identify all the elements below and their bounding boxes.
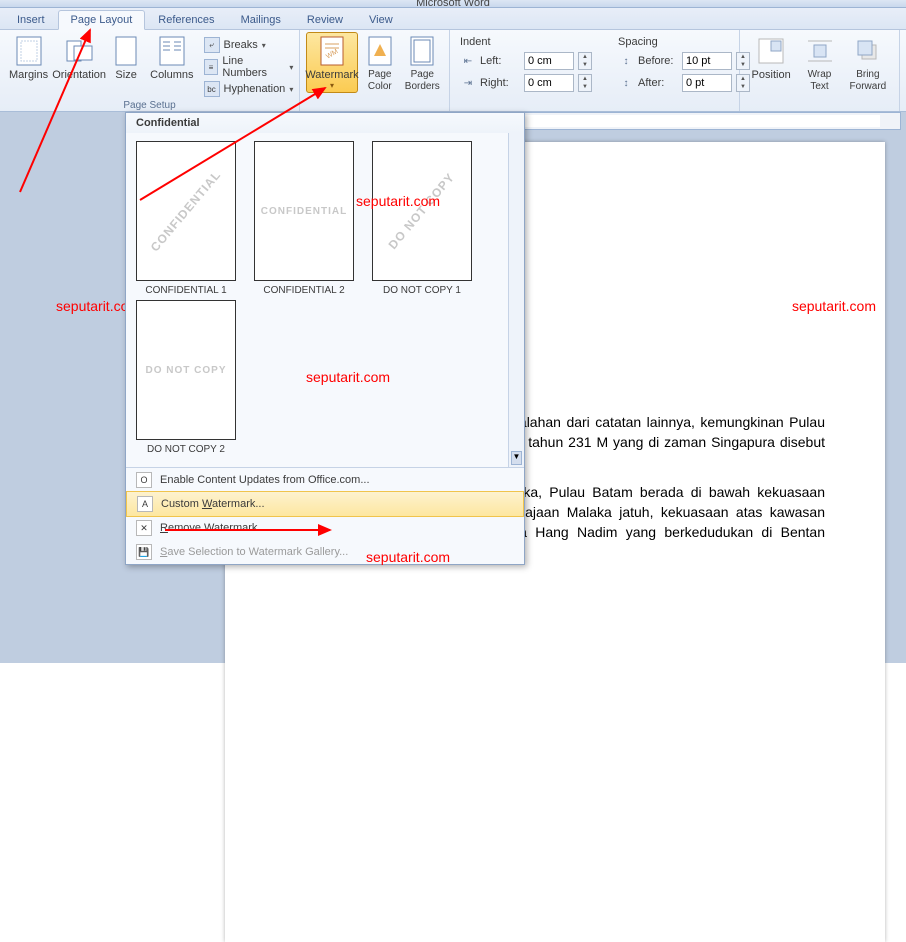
spacing-before-input[interactable]	[682, 52, 732, 70]
hyphenation-icon: bc	[204, 81, 220, 97]
wrap-text-icon	[804, 35, 836, 67]
tab-page-layout[interactable]: Page Layout	[58, 10, 146, 30]
breaks-button[interactable]: ⤶Breaks▾	[199, 34, 299, 56]
spacing-header: Spacing	[618, 36, 750, 48]
position-icon	[755, 35, 787, 67]
watermark-icon: WM	[316, 35, 348, 67]
columns-button[interactable]: Columns	[147, 32, 196, 84]
save-gallery-icon: 💾	[136, 544, 152, 560]
indent-header: Indent	[460, 36, 592, 48]
hyphenation-button[interactable]: bcHyphenation▾	[199, 78, 299, 100]
margins-button[interactable]: Margins	[6, 32, 51, 84]
tab-mailings[interactable]: Mailings	[228, 10, 294, 29]
line-numbers-button[interactable]: ≡Line Numbers▾	[199, 56, 299, 78]
gallery-scrollbar[interactable]: ▼	[508, 133, 524, 467]
orientation-button[interactable]: Orientation	[53, 32, 105, 84]
page-color-button[interactable]: Page Color	[360, 32, 400, 96]
document-area: 2.1. n Selat Malaka dan a nama Batam itu…	[0, 112, 906, 663]
orientation-icon	[63, 35, 95, 67]
size-button[interactable]: Size	[107, 32, 145, 84]
enable-content-updates[interactable]: OEnable Content Updates from Office.com.…	[126, 468, 524, 492]
custom-watermark[interactable]: ACustom Watermark...	[126, 491, 524, 517]
position-button[interactable]: Position	[746, 32, 796, 84]
indent-right-icon: ⇥	[460, 76, 476, 90]
watermark-gallery: Confidential CONFIDENTIAL CONFIDENTIAL 1…	[125, 112, 525, 565]
bring-forward-icon	[852, 35, 884, 67]
tab-review[interactable]: Review	[294, 10, 356, 29]
thumb-do-not-copy-2[interactable]: DO NOT COPY DO NOT COPY 2	[136, 300, 236, 455]
ribbon: Margins Orientation Size Columns ⤶Breaks…	[0, 30, 906, 112]
office-icon: O	[136, 472, 152, 488]
indent-right-input[interactable]	[524, 74, 574, 92]
thumb-do-not-copy-1[interactable]: DO NOT COPY DO NOT COPY 1	[372, 141, 472, 296]
indent-right-spinner[interactable]: ▲▼	[578, 74, 592, 92]
page-color-icon	[364, 35, 396, 67]
spacing-after-icon: ↕	[618, 76, 634, 90]
columns-icon	[156, 35, 188, 67]
save-selection-watermark: 💾Save Selection to Watermark Gallery...	[126, 540, 524, 564]
tab-view[interactable]: View	[356, 10, 406, 29]
remove-watermark[interactable]: ✕Remove Watermark	[126, 516, 524, 540]
spacing-after-input[interactable]	[682, 74, 732, 92]
size-icon	[110, 35, 142, 67]
wrap-text-button[interactable]: Wrap Text	[798, 32, 841, 96]
page-borders-icon	[406, 35, 438, 67]
window-title: Microsoft Word	[416, 0, 490, 9]
ribbon-tabs: Insert Page Layout References Mailings R…	[0, 8, 906, 30]
line-numbers-icon: ≡	[204, 59, 219, 75]
bring-forward-button[interactable]: Bring Forward	[843, 32, 893, 96]
remove-watermark-icon: ✕	[136, 520, 152, 536]
thumb-confidential-1[interactable]: CONFIDENTIAL CONFIDENTIAL 1	[136, 141, 236, 296]
tab-insert[interactable]: Insert	[4, 10, 58, 29]
page-borders-button[interactable]: Page Borders	[402, 32, 443, 96]
watermark-button[interactable]: WM Watermark ▾	[306, 32, 358, 93]
gallery-header: Confidential	[126, 113, 524, 133]
indent-left-spinner[interactable]: ▲▼	[578, 52, 592, 70]
spacing-before-icon: ↕	[618, 54, 634, 68]
indent-left-icon: ⇤	[460, 54, 476, 68]
custom-watermark-icon: A	[137, 496, 153, 512]
tab-references[interactable]: References	[145, 10, 227, 29]
thumb-confidential-2[interactable]: CONFIDENTIAL CONFIDENTIAL 2	[254, 141, 354, 296]
margins-icon	[13, 35, 45, 67]
breaks-icon: ⤶	[204, 37, 220, 53]
indent-left-input[interactable]	[524, 52, 574, 70]
